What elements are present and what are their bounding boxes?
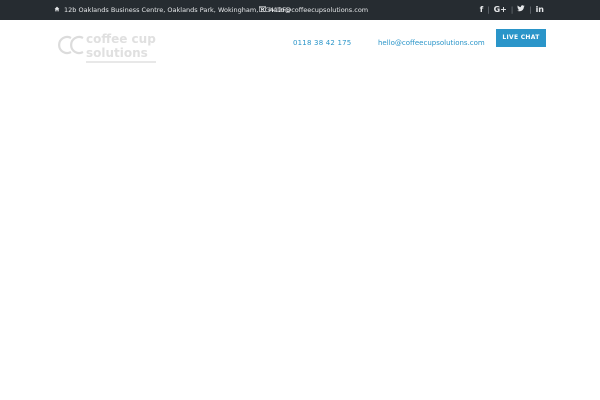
linkedin-icon[interactable]: in [536,5,544,14]
envelope-icon [259,6,269,14]
email-item[interactable]: hello@coffeecupsolutions.com [259,6,368,14]
site-header: coffee cup solutions 0118 38 42 175 hell… [0,20,600,80]
divider: | [487,5,490,14]
facebook-icon[interactable]: f [480,5,483,14]
logo[interactable]: coffee cup solutions [54,28,164,76]
divider: | [510,5,514,14]
social-links: f | G+ | | in [480,5,544,14]
twitter-icon[interactable] [517,5,525,14]
divider: | [529,5,532,14]
address-item: 12b Oaklands Business Centre, Oaklands P… [54,6,291,14]
email-link[interactable]: hello@coffeecupsolutions.com [378,39,485,47]
live-chat-button[interactable]: LIVE CHAT [496,29,546,47]
google-plus-icon[interactable]: G+ [494,5,507,14]
phone-link[interactable]: 0118 38 42 175 [293,39,351,47]
address-text: 12b Oaklands Business Centre, Oaklands P… [64,6,292,14]
svg-text:solutions: solutions [86,46,148,60]
email-text[interactable]: hello@coffeecupsolutions.com [269,6,368,14]
svg-text:coffee cup: coffee cup [86,32,156,46]
top-bar: 12b Oaklands Business Centre, Oaklands P… [0,0,600,20]
home-icon [54,6,64,14]
